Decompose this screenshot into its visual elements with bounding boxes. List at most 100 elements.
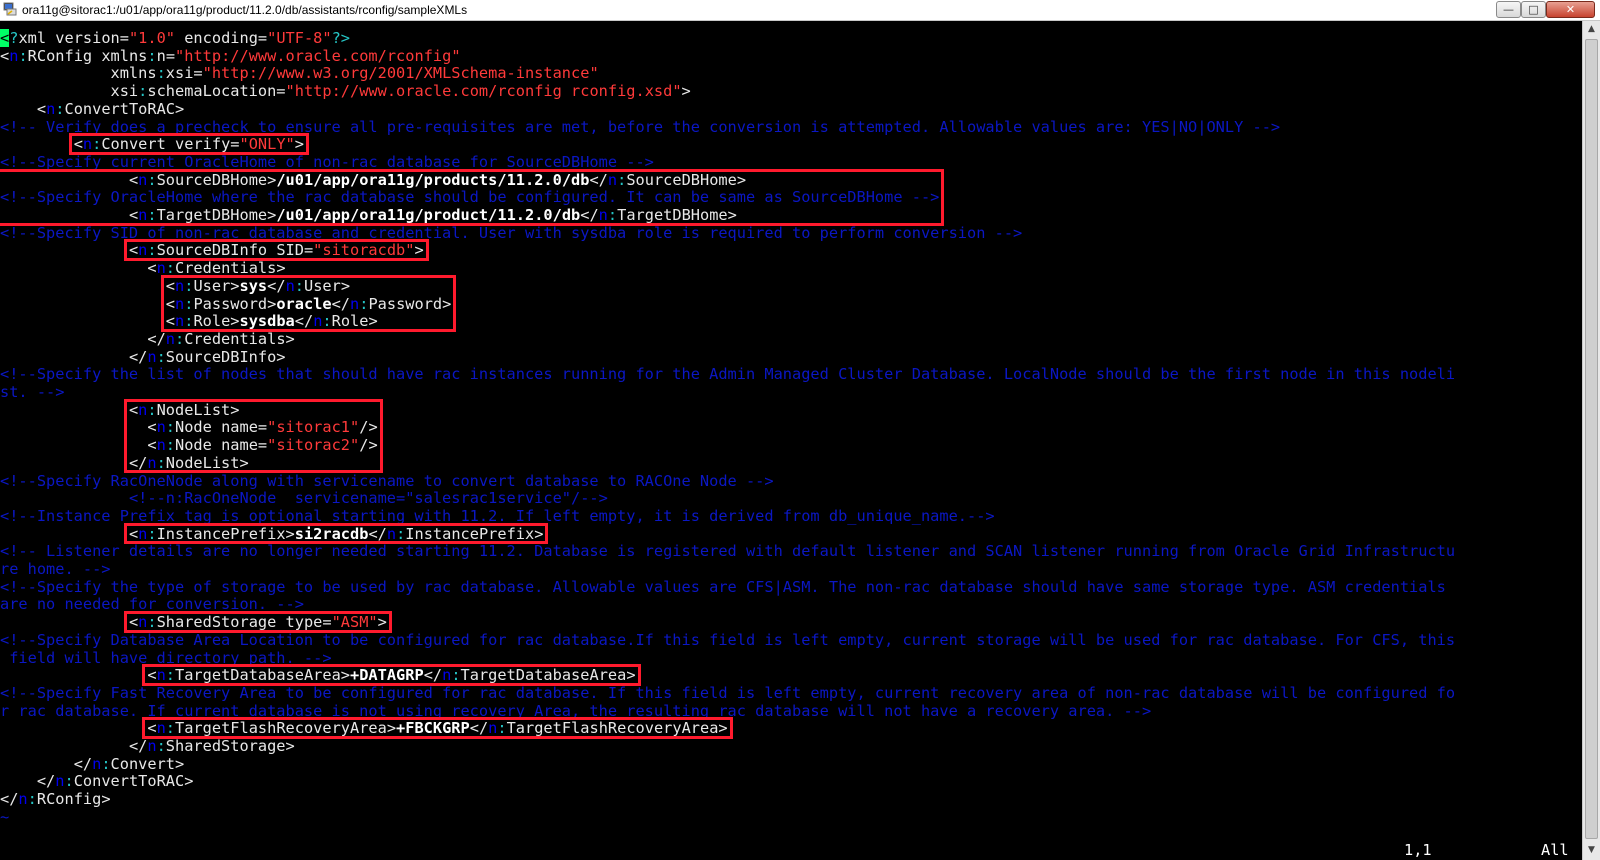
code-line: <!--Specify RacOneNode along with servic… (0, 472, 774, 490)
highlight-box-node-list (123, 398, 383, 474)
highlight-box-instance-prefix (123, 522, 549, 545)
code-token: : (156, 347, 166, 366)
code-token: < (147, 259, 157, 278)
code-line: ~ (0, 808, 9, 826)
minimize-button[interactable]: — (1496, 1, 1521, 18)
code-token: <!--Specify the list of nodes that shoul… (0, 365, 1456, 384)
code-token: "http://www.oracle.com/rconfig rconfig.x… (285, 82, 682, 101)
code-token: <!--Specify the type of storage to be us… (0, 577, 1446, 596)
code-line: <!-- Listener details are no longer need… (0, 542, 1455, 560)
code-token: "http://www.w3.org/2001/XMLSchema-instan… (202, 64, 599, 83)
close-button[interactable]: ✕ (1546, 1, 1595, 18)
terminal-editor[interactable]: <?xml version="1.0" encoding="UTF-8"?> <n… (0, 21, 1582, 860)
highlight-box-target-database-area (142, 664, 641, 686)
code-token: ~ (0, 807, 10, 826)
code-token: : (27, 790, 37, 809)
code-token: : (101, 754, 111, 773)
code-line: <!--Specify the type of storage to be us… (0, 578, 1446, 596)
scroll-up-arrow-icon[interactable]: ▲ (1583, 21, 1600, 38)
window-title: ora11g@sitorac1:/u01/app/ora11g/product/… (22, 3, 468, 17)
code-token: Credentials> (184, 329, 295, 348)
code-token: Convert> (110, 754, 185, 773)
code-line: <!--Specify Database Area Location to be… (0, 631, 1455, 649)
highlight-box-source-db-info (123, 239, 429, 262)
code-token: xmlns (110, 64, 157, 83)
putty-terminal-icon (3, 2, 17, 16)
scroll-indicator: All (1541, 841, 1569, 859)
code-token: ?> (331, 29, 351, 47)
code-token: </ (36, 772, 56, 791)
code-line: </n:Convert> (0, 754, 185, 773)
code-token: </ (128, 347, 148, 366)
code-line: st. --> (0, 383, 64, 401)
code-token: <!--Specify RacOneNode along with servic… (0, 471, 774, 490)
scrollbar-thumb[interactable] (1585, 39, 1598, 839)
code-token: : (175, 329, 185, 348)
highlight-box-db-homes (0, 168, 945, 226)
code-token: RConfig xmlns (27, 46, 148, 65)
code-line: </n:Credentials> (0, 329, 295, 348)
code-token: encoding= (175, 29, 268, 47)
highlight-box-target-flash-recovery-area (142, 717, 733, 739)
code-line: <!--Specify Fast Recovery Area to be con… (0, 684, 1455, 702)
code-token: n (147, 347, 157, 366)
code-token: < (36, 99, 47, 118)
scroll-down-arrow-icon[interactable]: ▼ (1583, 842, 1600, 859)
code-token: : (156, 737, 166, 755)
window-titlebar[interactable]: ora11g@sitorac1:/u01/app/ora11g/product/… (0, 0, 1600, 21)
code-line: </n:SourceDBInfo> (0, 348, 286, 366)
code-token: </ (73, 754, 93, 773)
code-token: xsi= (165, 64, 203, 83)
code-token: "1.0" (128, 29, 176, 47)
vertical-scrollbar[interactable]: ▲ ▼ (1582, 21, 1600, 860)
code-token: < (0, 46, 10, 65)
code-token: </ (0, 790, 19, 809)
code-line: xsi:schemaLocation="http://www.oracle.co… (0, 82, 691, 100)
code-token: : (55, 99, 65, 118)
code-token: RConfig> (36, 790, 111, 809)
code-line: <n:RConfig xmlns:n="http://www.oracle.co… (0, 47, 461, 65)
code-token: ConvertToRAC> (64, 99, 185, 118)
text-cursor: < (0, 29, 10, 47)
code-token: n (165, 329, 175, 348)
code-token: n (92, 754, 102, 773)
code-token: ConvertToRAC> (73, 772, 194, 791)
code-line: </n:SharedStorage> (0, 737, 295, 755)
code-line: <!--Specify the list of nodes that shoul… (0, 365, 1455, 383)
code-token: st. --> (0, 383, 65, 401)
code-token: xsi (110, 82, 139, 101)
highlight-box-shared-storage (123, 611, 392, 633)
code-token: </ (128, 737, 148, 755)
code-token: SourceDBInfo> (165, 347, 286, 366)
code-token: <!--Specify Fast Recovery Area to be con… (0, 683, 1456, 702)
highlight-box-credentials (160, 274, 457, 332)
maximize-button[interactable]: □ (1521, 1, 1546, 18)
code-token: n= (156, 46, 176, 65)
code-token: n (18, 790, 28, 809)
code-token: : (156, 64, 166, 83)
code-token: n (46, 99, 56, 118)
code-token: n (147, 737, 157, 755)
code-token: <!-- Listener details are no longer need… (0, 542, 1456, 561)
code-line: </n:ConvertToRAC> (0, 772, 194, 791)
code-token: "http://www.oracle.com/rconfig" (175, 46, 461, 65)
code-token: : (64, 772, 74, 791)
